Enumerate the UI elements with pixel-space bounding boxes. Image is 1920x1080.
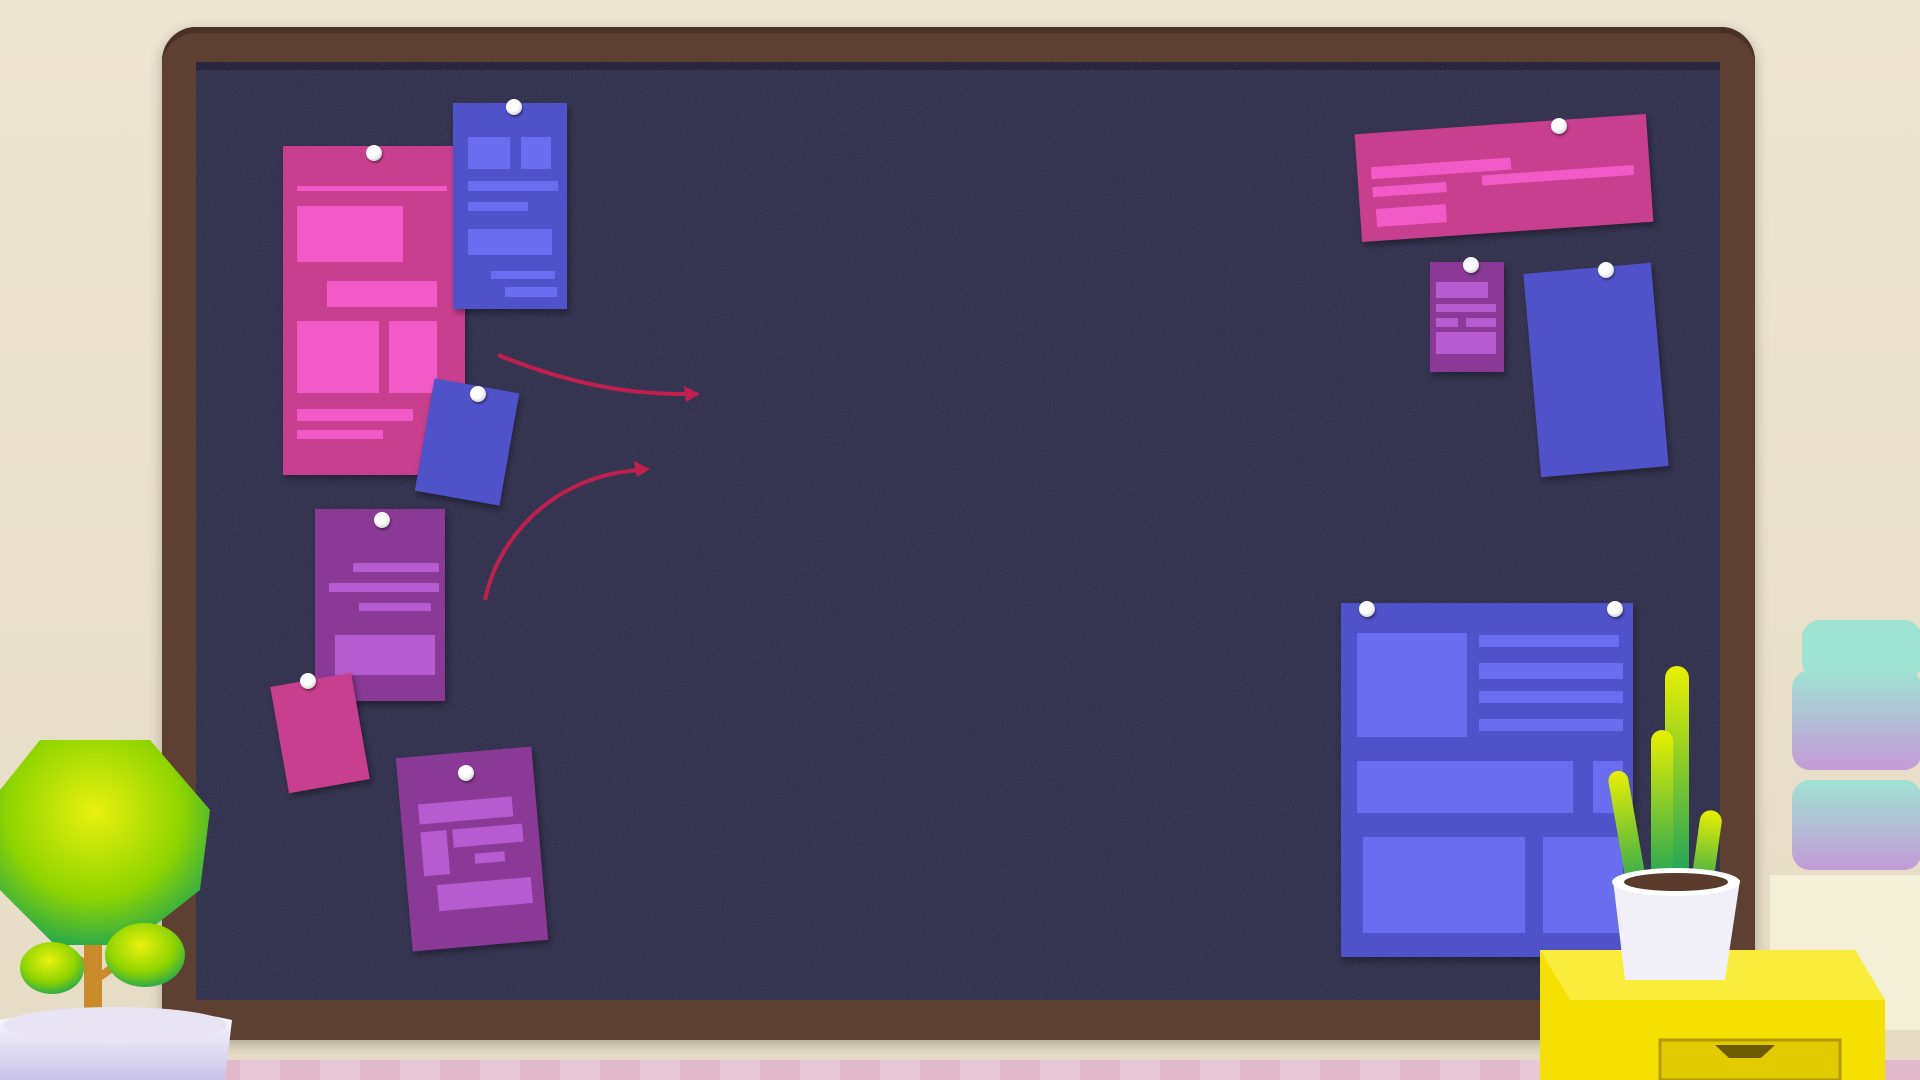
pushpin-icon	[300, 673, 316, 689]
pushpin-icon	[366, 145, 382, 161]
arrow-head-icon	[634, 461, 650, 477]
pushpin-icon	[506, 99, 522, 115]
pushpin-icon	[1463, 257, 1479, 273]
pushpin-icon	[470, 386, 486, 402]
pushpin-icon	[1607, 601, 1623, 617]
cactus-plant-icon	[1540, 666, 1885, 1080]
purple-small-note	[1430, 262, 1504, 372]
arrow-head-icon	[684, 386, 700, 402]
pushpin-icon	[458, 765, 474, 781]
blue-note-top	[453, 103, 567, 309]
arrow-up-right-icon	[483, 468, 641, 601]
pushpin-icon	[1359, 601, 1375, 617]
tree-plant-icon	[0, 740, 232, 1080]
pink-wide-note	[1354, 113, 1654, 243]
pushpin-icon	[1551, 118, 1567, 134]
purple-note-mid	[315, 509, 445, 701]
pushpin-icon	[1598, 262, 1614, 278]
blue-crumpled-note	[1523, 262, 1669, 478]
pushpin-icon	[374, 512, 390, 528]
arrow-right-icon	[497, 353, 691, 397]
